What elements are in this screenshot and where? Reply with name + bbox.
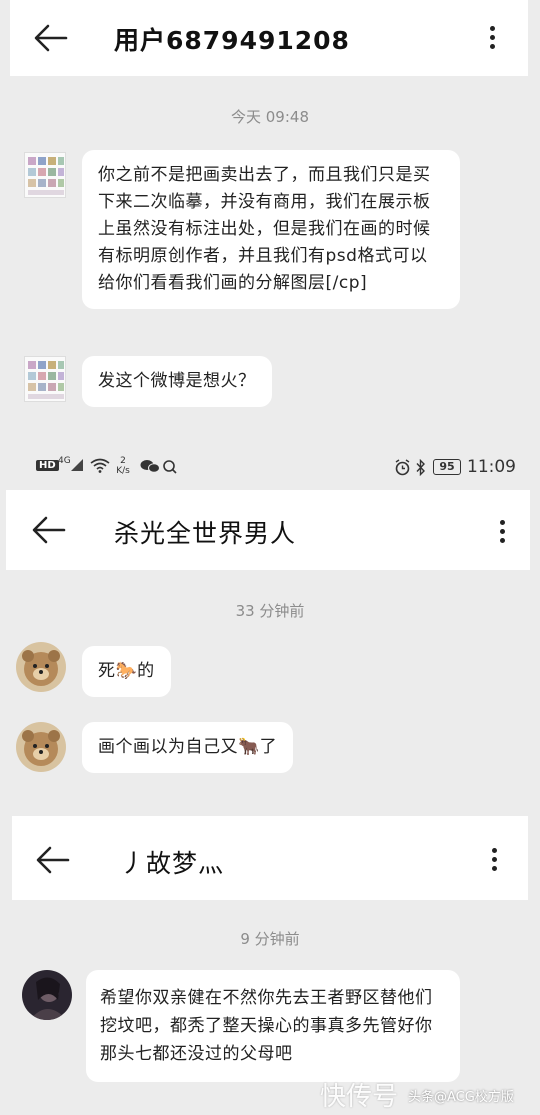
alarm-icon: [395, 459, 410, 476]
message-bubble: 发这个微博是想火？: [82, 356, 272, 407]
battery-icon: 95: [433, 459, 461, 475]
user-avatar: [24, 356, 66, 402]
contact-name: 杀光全世界男人: [114, 519, 297, 548]
chat-header: 用户6879491208: [10, 0, 528, 76]
battery-level: 95: [439, 460, 455, 473]
watermark-source: 头条@ACG校方版: [408, 1090, 514, 1105]
chat-screenshot-2: 杀光全世界男人 33 分钟前 死🐎的 画个画以为自己又🐂了: [0, 484, 540, 804]
avatar-image-icon: [28, 157, 64, 195]
bear-avatar-icon: [22, 650, 60, 686]
status-clock: 11:09: [467, 457, 516, 477]
user-avatar: [16, 722, 66, 772]
chat-screenshot-1: 用户6879491208 今天 09:48 你之前不是把画卖出去了，而且我们只是…: [0, 0, 540, 452]
network-speed: 2 K/s: [116, 456, 130, 476]
user-avatar: [22, 970, 72, 1020]
more-options-icon[interactable]: [490, 26, 496, 53]
message-timestamp: 9 分钟前: [240, 930, 300, 948]
wifi-icon: [90, 458, 110, 473]
user-avatar: [16, 642, 66, 692]
user-avatar: [24, 152, 66, 198]
watermark-logo: 快传号: [320, 1082, 399, 1112]
contact-name: 丿故梦灬: [120, 849, 225, 878]
hd-badge: HD: [36, 460, 59, 471]
message-bubble: 你之前不是把画卖出去了，而且我们只是买下来二次临摹，并没有商用，我们在展示板上虽…: [82, 150, 460, 309]
more-options-icon[interactable]: [500, 520, 506, 547]
status-bar: HD 4G 2 K/s 95 11:09: [0, 452, 540, 484]
message-bubble: 画个画以为自己又🐂了: [82, 722, 294, 773]
profile-photo-icon: [30, 977, 67, 1020]
network-label: 4G: [58, 456, 71, 466]
contact-name: 用户6879491208: [114, 26, 350, 55]
back-arrow-icon[interactable]: [32, 516, 66, 544]
chat-header: 丿故梦灬: [12, 816, 528, 900]
back-arrow-icon[interactable]: [36, 846, 70, 874]
chat-header: 杀光全世界男人: [6, 490, 530, 570]
bear-avatar-icon: [22, 730, 60, 766]
message-bubble: 希望你双亲健在不然你先去王者野区替他们挖坟吧，都秃了整天操心的事真多先管好你那头…: [86, 970, 460, 1082]
bluetooth-icon: [416, 459, 425, 476]
avatar-image-icon: [28, 361, 64, 399]
message-bubble: 死🐎的: [82, 646, 171, 697]
message-timestamp: 今天 09:48: [231, 108, 309, 126]
app-notification-icon: [163, 460, 177, 474]
chat-screenshot-3: 丿故梦灬 9 分钟前 希望你双亲健在不然你先去王者野区替他们挖坟吧，都秃了整天操…: [0, 804, 540, 1115]
message-timestamp: 33 分钟前: [235, 602, 305, 620]
wechat-icon: [140, 460, 160, 473]
more-options-icon[interactable]: [492, 848, 498, 875]
signal-icon: [71, 459, 83, 471]
back-arrow-icon[interactable]: [34, 24, 68, 52]
